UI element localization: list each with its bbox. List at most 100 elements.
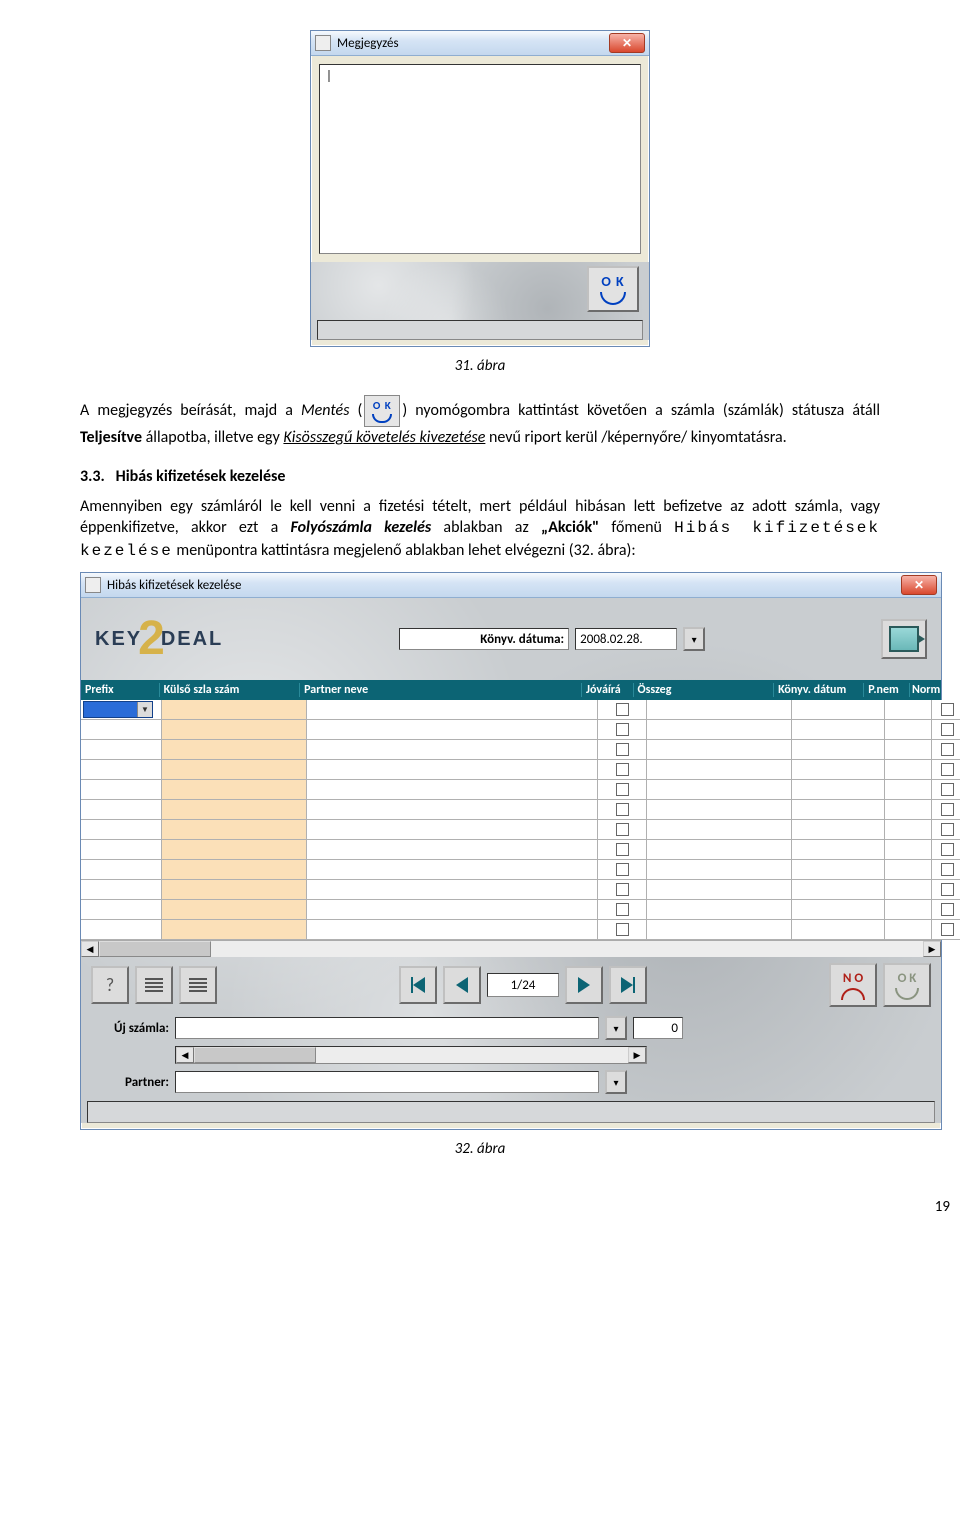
table-row[interactable]	[81, 760, 960, 780]
cell-pnem[interactable]	[885, 840, 932, 859]
cell-datum[interactable]	[792, 900, 885, 919]
cell-norm[interactable]	[932, 860, 960, 879]
cell-jovair[interactable]	[598, 740, 647, 759]
cell-norm[interactable]	[932, 920, 960, 939]
cell-datum[interactable]	[792, 780, 885, 799]
cell-partner[interactable]	[307, 920, 598, 939]
partner-input[interactable]	[175, 1071, 599, 1093]
cell-partner[interactable]	[307, 800, 598, 819]
cell-pnem[interactable]	[885, 760, 932, 779]
cell-datum[interactable]	[792, 820, 885, 839]
cell-prefix[interactable]	[81, 780, 162, 799]
cell-kulso[interactable]	[162, 900, 307, 919]
cell-norm[interactable]	[932, 780, 960, 799]
cell-jovair[interactable]	[598, 880, 647, 899]
cell-pnem[interactable]	[885, 800, 932, 819]
cell-osszeg[interactable]	[647, 700, 792, 719]
checkbox[interactable]	[941, 823, 954, 836]
cell-jovair[interactable]	[598, 700, 647, 719]
cell-osszeg[interactable]	[647, 920, 792, 939]
checkbox[interactable]	[941, 743, 954, 756]
cell-kulso[interactable]	[162, 760, 307, 779]
cell-datum[interactable]	[792, 760, 885, 779]
cell-jovair[interactable]	[598, 860, 647, 879]
cell-osszeg[interactable]	[647, 760, 792, 779]
cell-norm[interactable]	[932, 800, 960, 819]
cell-norm[interactable]	[932, 720, 960, 739]
cell-prefix[interactable]	[81, 720, 162, 739]
last-page-button[interactable]	[609, 966, 647, 1004]
date-picker-button[interactable]: ▾	[683, 627, 705, 651]
list-button-2[interactable]	[179, 966, 217, 1004]
close-icon[interactable]: ✕	[901, 575, 937, 595]
cell-prefix[interactable]	[81, 880, 162, 899]
cell-datum[interactable]	[792, 740, 885, 759]
no-button[interactable]: N O	[829, 963, 877, 1007]
checkbox[interactable]	[941, 763, 954, 776]
cell-osszeg[interactable]	[647, 740, 792, 759]
cell-kulso[interactable]	[162, 880, 307, 899]
checkbox[interactable]	[941, 703, 954, 716]
cell-prefix[interactable]	[81, 800, 162, 819]
cell-kulso[interactable]	[162, 840, 307, 859]
col-kulso[interactable]: Külső szla szám	[160, 683, 301, 697]
cell-datum[interactable]	[792, 880, 885, 899]
checkbox[interactable]	[941, 903, 954, 916]
cell-prefix[interactable]: ▼	[81, 700, 162, 719]
page-indicator[interactable]: 1/24	[487, 973, 559, 997]
table-row[interactable]	[81, 840, 960, 860]
checkbox[interactable]	[616, 703, 629, 716]
cell-pnem[interactable]	[885, 720, 932, 739]
table-row[interactable]	[81, 780, 960, 800]
cell-kulso[interactable]	[162, 700, 307, 719]
cell-datum[interactable]	[792, 720, 885, 739]
cell-partner[interactable]	[307, 780, 598, 799]
scroll-right-icon[interactable]: ▶	[923, 941, 941, 957]
hscroll-track[interactable]	[194, 1047, 628, 1063]
cell-norm[interactable]	[932, 840, 960, 859]
cell-datum[interactable]	[792, 700, 885, 719]
col-pnem[interactable]: P.nem	[864, 683, 910, 697]
cell-prefix[interactable]	[81, 820, 162, 839]
cell-kulso[interactable]	[162, 740, 307, 759]
prefix-select[interactable]: ▼	[83, 701, 153, 718]
prev-page-button[interactable]	[443, 966, 481, 1004]
cell-jovair[interactable]	[598, 920, 647, 939]
table-row[interactable]	[81, 800, 960, 820]
cell-kulso[interactable]	[162, 720, 307, 739]
cell-osszeg[interactable]	[647, 840, 792, 859]
cell-norm[interactable]	[932, 900, 960, 919]
cell-partner[interactable]	[307, 880, 598, 899]
cell-kulso[interactable]	[162, 820, 307, 839]
checkbox[interactable]	[616, 863, 629, 876]
cell-partner[interactable]	[307, 900, 598, 919]
cell-datum[interactable]	[792, 800, 885, 819]
cell-pnem[interactable]	[885, 920, 932, 939]
col-partner[interactable]: Partner neve	[300, 683, 582, 697]
checkbox[interactable]	[941, 723, 954, 736]
hscroll-track[interactable]	[99, 941, 923, 957]
cell-prefix[interactable]	[81, 900, 162, 919]
cell-kulso[interactable]	[162, 920, 307, 939]
cell-osszeg[interactable]	[647, 900, 792, 919]
cell-partner[interactable]	[307, 860, 598, 879]
cell-jovair[interactable]	[598, 820, 647, 839]
cell-pnem[interactable]	[885, 860, 932, 879]
col-jovair[interactable]: Jóváírá	[582, 683, 633, 697]
close-icon[interactable]: ✕	[609, 33, 645, 53]
cell-jovair[interactable]	[598, 800, 647, 819]
cell-norm[interactable]	[932, 880, 960, 899]
cell-osszeg[interactable]	[647, 880, 792, 899]
table-row[interactable]	[81, 820, 960, 840]
cell-pnem[interactable]	[885, 780, 932, 799]
hscroll-thumb[interactable]	[99, 941, 211, 957]
chevron-down-icon[interactable]: ▼	[137, 702, 152, 717]
checkbox[interactable]	[616, 883, 629, 896]
cell-datum[interactable]	[792, 920, 885, 939]
cell-pnem[interactable]	[885, 820, 932, 839]
table-row[interactable]	[81, 860, 960, 880]
cell-prefix[interactable]	[81, 760, 162, 779]
col-prefix[interactable]: Prefix	[81, 683, 160, 697]
ok-button[interactable]: O K	[587, 266, 639, 312]
checkbox[interactable]	[941, 883, 954, 896]
